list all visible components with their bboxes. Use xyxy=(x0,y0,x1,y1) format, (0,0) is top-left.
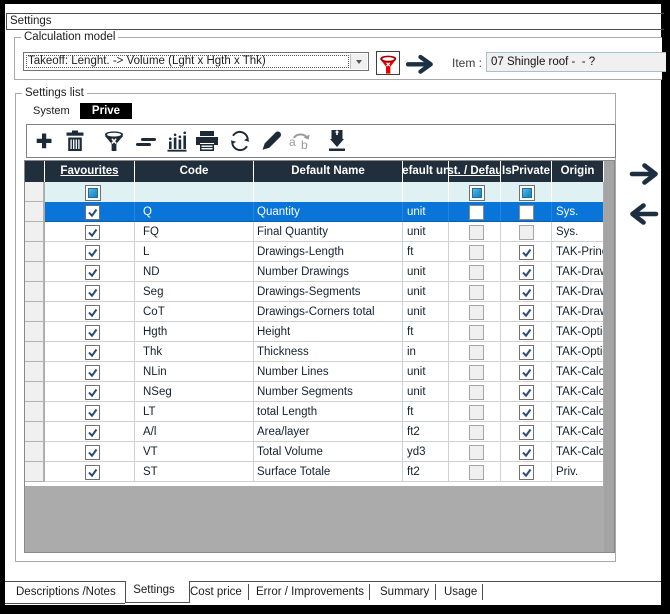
svg-text:a: a xyxy=(289,135,296,149)
svg-text:b: b xyxy=(301,138,308,152)
